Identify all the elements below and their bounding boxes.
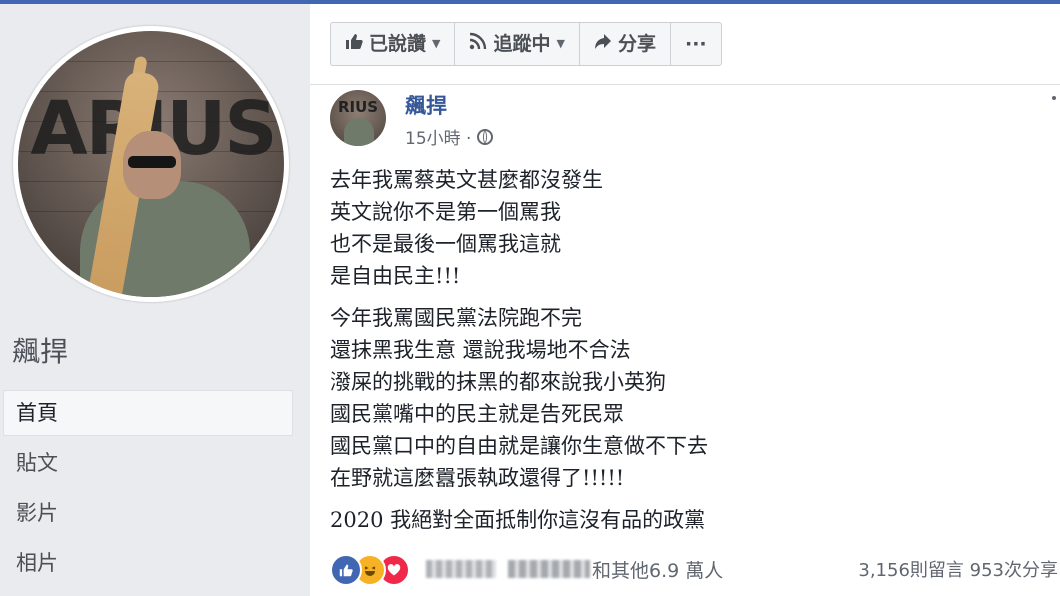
nav-item-photos[interactable]: 相片	[3, 540, 293, 586]
caret-down-icon: ▼	[556, 37, 565, 50]
post-author-avatar[interactable]: RIUS	[330, 90, 386, 146]
post-line: 潑屎的挑戰的抹黑的都來說我小英狗	[330, 370, 666, 394]
post-paragraph: 今年我罵國民黨法院跑不完 還抹黑我生意 還說我場地不合法 潑屎的挑戰的抹黑的都來…	[330, 302, 1030, 494]
following-button[interactable]: 追蹤中 ▼	[455, 23, 580, 65]
reaction-icons[interactable]	[330, 554, 410, 586]
post-line: 國民黨口中的自由就是讓你生意做不下去	[330, 434, 708, 458]
reaction-count[interactable]: 和其他6.9 萬人	[592, 556, 723, 583]
post-timestamp[interactable]: 15小時 ·	[405, 124, 471, 149]
like-reaction-icon	[330, 554, 362, 586]
post-line: 還抹黑我生意 還說我場地不合法	[330, 338, 631, 362]
post-line: 去年我罵蔡英文甚麼都沒發生	[330, 168, 603, 192]
caret-down-icon: ▼	[432, 37, 441, 50]
comments-count[interactable]: 3,156則留言	[858, 560, 964, 581]
post-line: 今年我罵國民黨法院跑不完	[330, 306, 582, 330]
post-line: 也不是最後一個罵我這就	[330, 232, 561, 256]
left-column: ARIUS 飆捍 首頁 貼文 影片 相片	[0, 4, 310, 596]
nav-item-home[interactable]: 首頁	[3, 390, 293, 436]
thumbs-up-icon	[345, 23, 363, 65]
post-meta: 15小時 ·	[405, 124, 494, 149]
post-line: 在野就這麼囂張執政還得了!!!!!	[330, 466, 625, 490]
post-text: 去年我罵蔡英文甚麼都沒發生 英文說你不是第一個罵我 也不是最後一個罵我這就 是自…	[330, 164, 1030, 546]
nav-item-videos[interactable]: 影片	[3, 490, 293, 536]
share-arrow-icon	[594, 23, 612, 65]
page-action-bar: 已說讚 ▼ 追蹤中 ▼ 分享 ···	[330, 22, 722, 66]
blurred-name	[426, 560, 496, 578]
post-line: 國民黨嘴中的民主就是告死民眾	[330, 402, 624, 426]
globe-icon	[477, 128, 494, 145]
post-footer: 和其他6.9 萬人 3,156則留言 953次分享	[330, 552, 1060, 588]
post-line: 是自由民主!!!	[330, 264, 461, 288]
page-name[interactable]: 飆捍	[12, 330, 68, 370]
main-column: 已說讚 ▼ 追蹤中 ▼ 分享 ··· RIUS 飆捍 15小時 · 去年我罵蔡英…	[310, 4, 1060, 596]
liked-button[interactable]: 已說讚 ▼	[331, 23, 456, 65]
divider	[310, 84, 1060, 85]
post-author-name[interactable]: 飆捍	[405, 90, 447, 120]
post-line: 英文說你不是第一個罵我	[330, 200, 561, 224]
post-line: 2020 我絕對全面抵制你這沒有品的政黨	[330, 508, 706, 532]
profile-photo: ARIUS	[18, 31, 284, 297]
post-options-icon[interactable]	[1052, 96, 1056, 100]
page-nav: 首頁 貼文 影片 相片	[3, 390, 293, 590]
more-options-button[interactable]: ···	[671, 23, 721, 65]
shares-count[interactable]: 953次分享	[970, 560, 1058, 581]
post-paragraph: 去年我罵蔡英文甚麼都沒發生 英文說你不是第一個罵我 也不是最後一個罵我這就 是自…	[330, 164, 1030, 292]
post-paragraph: 2020 我絕對全面抵制你這沒有品的政黨	[330, 504, 1030, 536]
share-button[interactable]: 分享	[580, 23, 671, 65]
nav-item-posts[interactable]: 貼文	[3, 440, 293, 486]
post-stats: 3,156則留言 953次分享	[858, 556, 1058, 582]
blurred-name	[508, 560, 590, 578]
profile-picture[interactable]: ARIUS	[13, 26, 289, 302]
rss-icon	[469, 23, 487, 65]
